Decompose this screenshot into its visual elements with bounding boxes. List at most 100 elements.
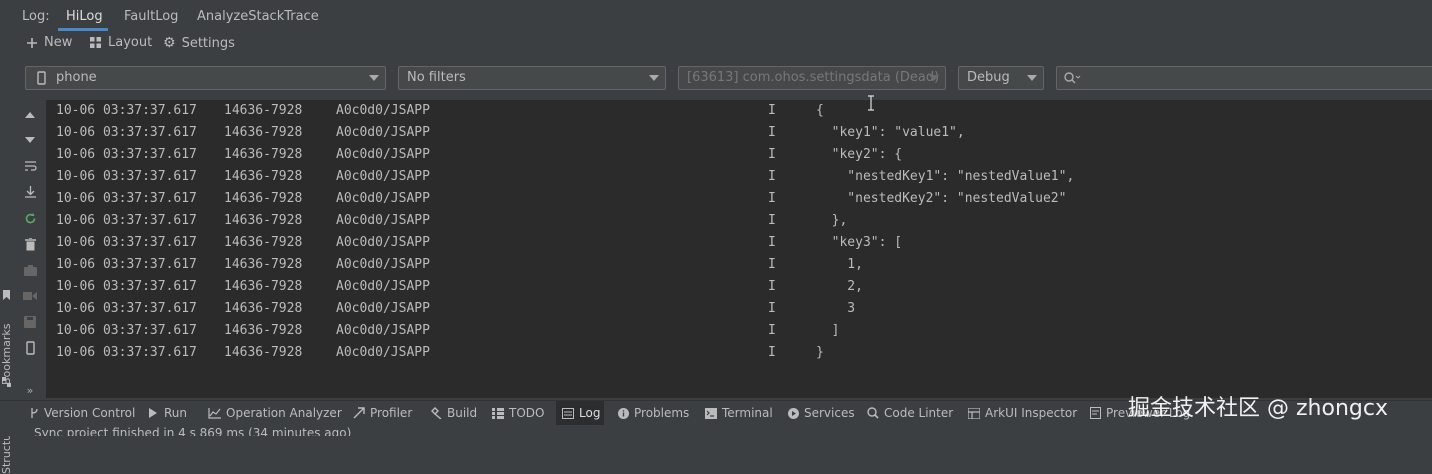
inspector-icon [968,407,980,419]
log-message: 2, [816,279,863,294]
bottom-tab-operation-analyzer[interactable]: Operation Analyzer [208,406,342,420]
log-time: 10-06 03:37:37.617 [56,279,197,294]
device-select[interactable]: phone [25,66,386,90]
soft-wrap-icon[interactable] [22,158,38,174]
bottom-tab-services[interactable]: Services [788,406,855,420]
bottom-tab-todo[interactable]: TODO [492,406,544,420]
phone-icon [37,71,46,85]
log-tag: A0c0d0/JSAPP [336,125,430,140]
log-message: 3 [816,301,856,316]
log-pid: 14636-7928 [224,125,303,140]
bottom-tab-label: Terminal [722,406,773,420]
bottom-tab-profiler[interactable]: Profiler [353,406,412,420]
log-level: I [768,213,776,228]
camera-icon [22,262,38,278]
chevron-down-icon [649,75,659,81]
scroll-up-icon[interactable] [22,107,38,123]
process-select[interactable]: [63613] com.ohos.settingsdata (Dead) [678,66,946,90]
device-icon[interactable] [22,340,38,356]
bottom-tab-arkui-inspector[interactable]: ArkUI Inspector [968,406,1077,420]
terminal-icon [705,407,717,419]
bottom-tab-log[interactable]: Log [562,406,600,420]
log-level: I [768,279,776,294]
chevron-down-icon [929,75,939,81]
device-select-value: phone [56,70,97,85]
chevron-down-icon [369,75,379,81]
log-icon [562,407,574,419]
previewer-icon [1090,407,1101,419]
bottom-tab-label: Build [447,406,478,420]
bottom-tab-build[interactable]: Build [430,406,477,420]
tab-hilog[interactable]: HiLog [66,9,103,24]
watermark: 掘金技术社区 @ zhongcx [1128,396,1388,421]
filter-select[interactable]: No filters [398,66,666,90]
trash-icon[interactable] [22,236,38,252]
layout-button-label: Layout [108,35,153,50]
layout-button[interactable]: Layout [89,35,152,50]
chart-icon [208,407,221,419]
log-pid: 14636-7928 [224,323,303,338]
gear-icon: ⚙ [163,35,176,51]
restart-icon[interactable] [22,210,38,226]
scroll-down-icon[interactable] [22,132,38,148]
log-line: 10-06 03:37:37.617 14636-7928 A0c0d0/JSA… [46,276,1432,298]
tab-faultlog[interactable]: FaultLog [124,9,178,24]
log-message: "key2": { [816,147,903,162]
bottom-tab-label: Run [164,406,188,420]
log-message: "key3": [ [816,235,903,250]
log-time: 10-06 03:37:37.617 [56,147,197,162]
log-tag: A0c0d0/JSAPP [336,169,430,184]
log-message: "key1": "value1", [816,125,965,140]
hammer-icon [430,407,442,419]
layout-grid-icon [89,36,102,49]
bottom-tab-run[interactable]: Run [148,406,187,420]
bottom-tab-version-control[interactable]: Version Control [30,406,135,420]
bottom-tab-label: Services [804,406,855,420]
scroll-to-end-icon[interactable] [22,183,38,199]
log-level: I [768,147,776,162]
log-pid: 14636-7928 [224,147,303,162]
chevron-down-icon [1027,75,1037,81]
run-icon [148,407,159,419]
log-output[interactable]: 10-06 03:37:37.617 14636-7928 A0c0d0/JSA… [46,100,1432,398]
log-line: 10-06 03:37:37.617 14636-7928 A0c0d0/JSA… [46,232,1432,254]
log-time: 10-06 03:37:37.617 [56,125,197,140]
log-line: 10-06 03:37:37.617 14636-7928 A0c0d0/JSA… [46,166,1432,188]
log-time: 10-06 03:37:37.617 [56,235,197,250]
log-level: I [768,103,776,118]
bottom-tab-problems[interactable]: Problems [618,406,689,420]
log-message: "nestedKey2": "nestedValue2" [816,191,1067,206]
settings-button[interactable]: ⚙ Settings [163,35,235,51]
log-level: I [768,345,776,360]
bottom-tab-terminal[interactable]: Terminal [705,406,773,420]
active-tab-indicator [58,28,108,31]
profiler-icon [353,407,365,419]
log-level-value: Debug [967,70,1010,85]
log-level: I [768,235,776,250]
status-bar: Sync project finished in 4 s 869 ms (34 … [0,425,1432,436]
plus-icon [26,37,38,49]
log-pid: 14636-7928 [224,301,303,316]
bookmarks-tab[interactable]: Bookmarks [0,324,13,385]
log-line: 10-06 03:37:37.617 14636-7928 A0c0d0/JSA… [46,298,1432,320]
info-icon [618,407,629,419]
log-message: ] [816,323,840,338]
bottom-tab-label: Code Linter [884,406,954,420]
log-level: I [768,301,776,316]
more-tools-icon[interactable]: » [22,382,38,398]
tab-analyzestacktrace[interactable]: AnalyzeStackTrace [197,9,319,24]
log-message: 1, [816,257,863,272]
new-button[interactable]: New [26,35,72,50]
log-time: 10-06 03:37:37.617 [56,191,197,206]
log-message: }, [816,213,848,228]
search-input[interactable] [1056,66,1432,90]
bottom-tab-code-linter[interactable]: Code Linter [867,406,953,420]
log-tag: A0c0d0/JSAPP [336,279,430,294]
settings-button-label: Settings [181,35,235,51]
status-message: Sync project finished in 4 s 869 ms (34 … [34,426,352,436]
log-level: I [768,257,776,272]
new-button-label: New [44,35,73,50]
log-tag: A0c0d0/JSAPP [336,345,430,360]
log-time: 10-06 03:37:37.617 [56,323,197,338]
log-level-select[interactable]: Debug [958,66,1044,90]
